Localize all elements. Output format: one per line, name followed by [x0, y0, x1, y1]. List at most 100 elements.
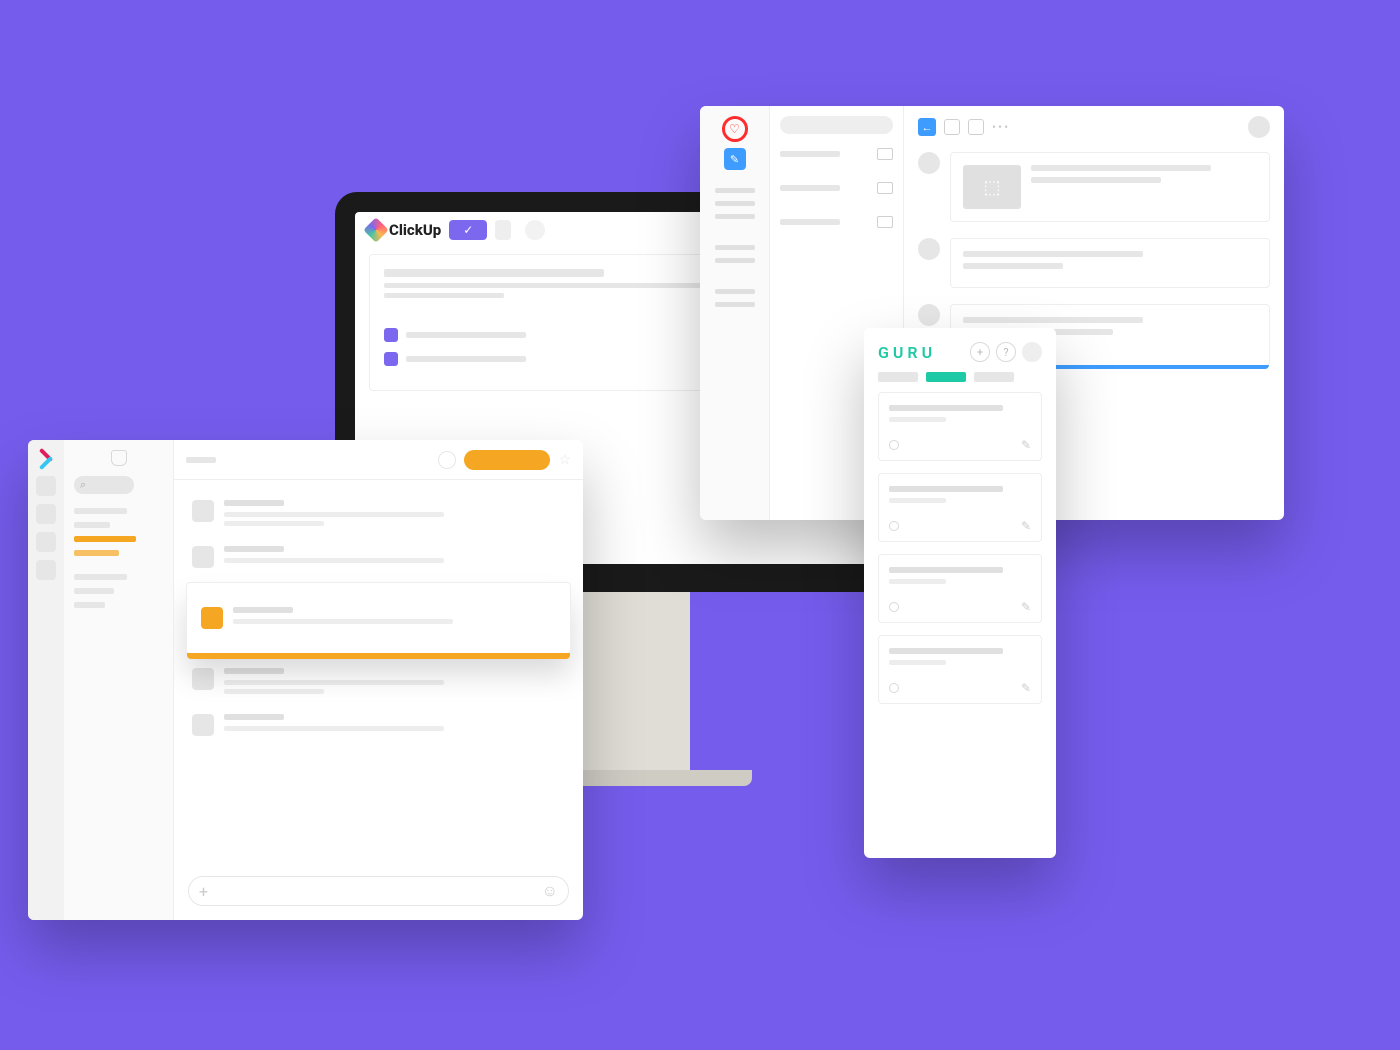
search-icon[interactable] [438, 451, 456, 469]
guru-card[interactable]: ✎ [878, 392, 1042, 461]
star-icon[interactable]: ☆ [558, 452, 571, 468]
checkbox-icon[interactable] [384, 328, 398, 342]
message-composer[interactable]: + ☺ [188, 876, 569, 906]
clickup-name: ClickUp [389, 221, 441, 239]
guru-tab[interactable] [974, 372, 1014, 382]
msg-line [963, 317, 1143, 323]
msg-text [224, 689, 324, 694]
channel-item[interactable] [74, 574, 127, 580]
clickup-avatar[interactable] [525, 220, 545, 240]
edit-icon[interactable]: ✎ [1021, 519, 1031, 533]
checkbox-icon[interactable] [384, 352, 398, 366]
rail-item[interactable] [715, 302, 755, 307]
card-subtitle [889, 498, 946, 503]
channel-item[interactable] [74, 508, 127, 514]
inbox-item[interactable] [780, 216, 893, 228]
msg-text [224, 521, 324, 526]
message-card[interactable] [950, 152, 1270, 222]
rail-item[interactable] [715, 289, 755, 294]
archive-icon[interactable] [968, 119, 984, 135]
rail-item[interactable] [715, 201, 755, 206]
status-dot-icon [889, 602, 899, 612]
compose-button[interactable]: ✎ [724, 148, 746, 170]
more-button[interactable]: ••• [992, 120, 1010, 134]
workspace-switcher[interactable] [36, 476, 56, 496]
guru-tab-active[interactable] [926, 372, 966, 382]
msg-text [224, 726, 444, 731]
notifications-icon[interactable] [111, 450, 127, 466]
slack-logo-icon[interactable] [37, 450, 55, 468]
message-card[interactable] [950, 238, 1270, 288]
msg-line [1031, 177, 1161, 183]
crm-heart-logo-icon[interactable] [722, 116, 748, 142]
slack-sidebar [64, 440, 174, 920]
guru-card[interactable]: ✎ [878, 554, 1042, 623]
message-item[interactable] [192, 490, 565, 536]
user-avatar[interactable] [1248, 116, 1270, 138]
guru-header: GURU + ? [878, 342, 1042, 362]
channel-item[interactable] [74, 602, 105, 608]
msg-text [233, 619, 453, 624]
message-block [918, 152, 1270, 222]
inbox-item-label [780, 151, 840, 157]
profile-avatar[interactable] [1022, 342, 1042, 362]
clickup-mark-icon [363, 217, 388, 242]
chat-icon [877, 182, 893, 194]
clickup-pill-secondary[interactable] [495, 220, 511, 240]
add-button[interactable]: + [970, 342, 990, 362]
clickup-logo[interactable]: ClickUp [367, 221, 441, 239]
message-item[interactable] [192, 536, 565, 578]
workspace-switcher[interactable] [36, 532, 56, 552]
card-title [889, 405, 1003, 411]
msg-author [224, 546, 284, 552]
check-icon: ✓ [463, 223, 473, 237]
rail-item[interactable] [715, 188, 755, 193]
back-button[interactable]: ← [918, 118, 936, 136]
message-item-highlight[interactable] [186, 582, 571, 654]
message-item[interactable] [192, 658, 565, 704]
slack-channel-header: ☆ [174, 440, 583, 480]
channel-item[interactable] [74, 588, 114, 594]
message-item[interactable] [192, 704, 565, 746]
workspace-add[interactable] [36, 560, 56, 580]
clock-icon[interactable] [944, 119, 960, 135]
sender-avatar [918, 304, 940, 326]
edit-icon[interactable]: ✎ [1021, 681, 1031, 695]
plus-icon[interactable]: + [199, 882, 208, 901]
image-attachment-icon [963, 165, 1021, 209]
inbox-item[interactable] [780, 148, 893, 160]
clickup-done-pill[interactable]: ✓ [449, 220, 487, 240]
slack-window: ☆ [28, 440, 583, 920]
rail-item[interactable] [715, 245, 755, 250]
edit-icon[interactable]: ✎ [1021, 438, 1031, 452]
msg-author [233, 607, 293, 613]
user-avatar [192, 500, 214, 522]
user-avatar-highlight [201, 607, 223, 629]
msg-text [224, 558, 444, 563]
guru-card[interactable]: ✎ [878, 473, 1042, 542]
guru-card[interactable]: ✎ [878, 635, 1042, 704]
subtask-label [406, 356, 526, 362]
sidebar-search[interactable] [74, 476, 134, 494]
help-button[interactable]: ? [996, 342, 1016, 362]
workspace-switcher[interactable] [36, 504, 56, 524]
guru-tab[interactable] [878, 372, 918, 382]
inbox-item[interactable] [780, 182, 893, 194]
inbox-item-label [780, 185, 840, 191]
msg-text [224, 680, 444, 685]
card-title [889, 486, 1003, 492]
guru-tabs [878, 372, 1042, 382]
channel-item-unread[interactable] [74, 550, 119, 556]
action-pill[interactable] [464, 450, 550, 470]
msg-author [224, 668, 284, 674]
crm-search-input[interactable] [780, 116, 893, 134]
edit-icon[interactable]: ✎ [1021, 600, 1031, 614]
slack-workspace-rail [28, 440, 64, 920]
channel-item[interactable] [74, 522, 110, 528]
mail-icon [877, 216, 893, 228]
rail-item[interactable] [715, 214, 755, 219]
channel-item-active[interactable] [74, 536, 136, 542]
guru-logo[interactable]: GURU [878, 343, 964, 362]
rail-item[interactable] [715, 258, 755, 263]
emoji-icon[interactable]: ☺ [542, 881, 558, 901]
